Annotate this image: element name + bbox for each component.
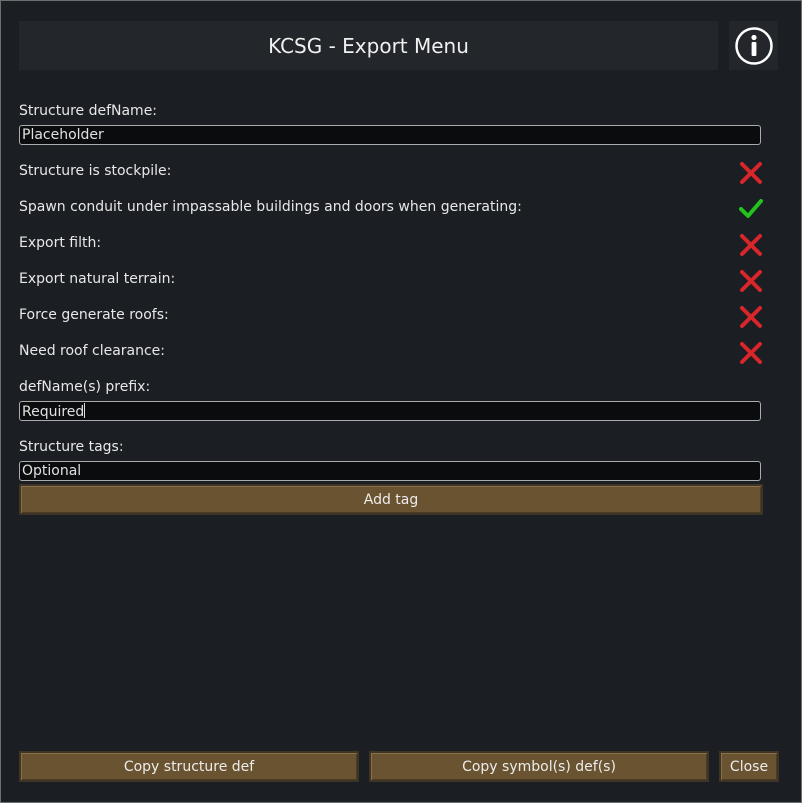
add-tag-button[interactable]: Add tag — [19, 484, 763, 515]
export-menu-window: KCSG - Export Menu Structure defName: Pl… — [0, 0, 802, 803]
copy-symbol-defs-button[interactable]: Copy symbol(s) def(s) — [369, 751, 709, 782]
toggle-label-roof-clearance: Need roof clearance: — [19, 343, 166, 359]
structure-tags-input[interactable]: Optional — [19, 461, 761, 481]
structure-defname-input[interactable]: Placeholder — [19, 125, 761, 145]
defname-prefix-input[interactable]: Required — [19, 401, 761, 421]
spawn-conduit-toggle-check-icon[interactable] — [739, 197, 763, 221]
defname-prefix-label: defName(s) prefix: — [19, 379, 151, 395]
close-button[interactable]: Close — [719, 751, 779, 782]
toggle-label-export-filth: Export filth: — [19, 235, 102, 251]
natural-terrain-toggle-cross-icon[interactable] — [739, 269, 763, 293]
toggle-label-natural-terrain: Export natural terrain: — [19, 271, 176, 287]
structure-tags-label: Structure tags: — [19, 439, 124, 455]
stockpile-toggle-cross-icon[interactable] — [739, 161, 763, 185]
toggle-label-stockpile: Structure is stockpile: — [19, 163, 172, 179]
force-roofs-toggle-cross-icon[interactable] — [739, 305, 763, 329]
info-button[interactable] — [729, 21, 778, 70]
roof-clearance-toggle-cross-icon[interactable] — [739, 341, 763, 365]
structure-defname-label: Structure defName: — [19, 103, 158, 119]
info-circle-icon — [734, 26, 773, 65]
window-title: KCSG - Export Menu — [19, 21, 718, 70]
copy-structure-def-button[interactable]: Copy structure def — [19, 751, 359, 782]
toggle-label-force-roofs: Force generate roofs: — [19, 307, 169, 323]
export-filth-toggle-cross-icon[interactable] — [739, 233, 763, 257]
toggle-label-spawn-conduit: Spawn conduit under impassable buildings… — [19, 199, 522, 215]
